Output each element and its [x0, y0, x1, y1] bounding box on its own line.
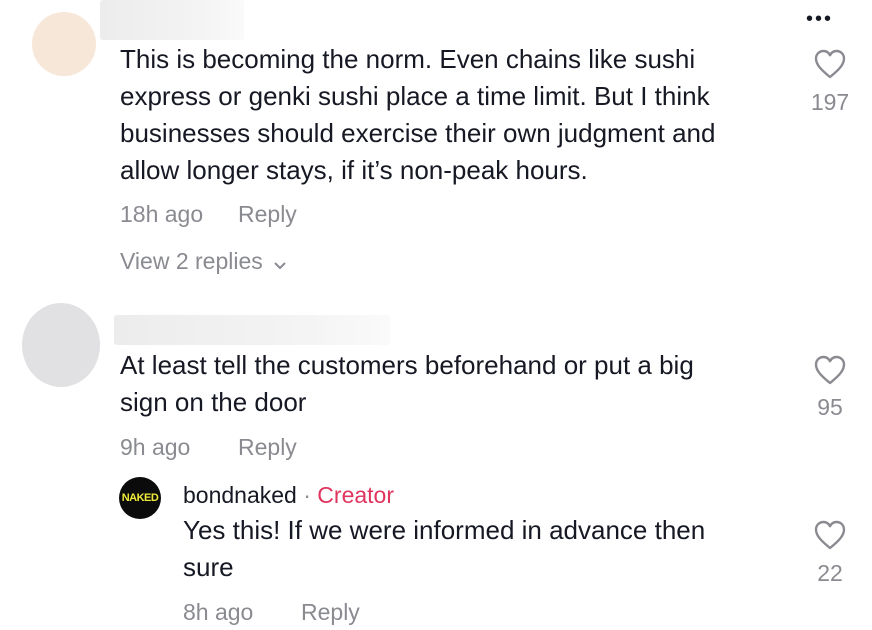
- view-replies-label: View 2 replies: [120, 248, 263, 274]
- comment-text: This is becoming the norm. Even chains l…: [120, 41, 800, 189]
- logo-text: NAKED: [121, 492, 159, 504]
- author-name[interactable]: bondnaked: [183, 482, 297, 508]
- like-count: 95: [817, 394, 843, 420]
- creator-avatar-logo[interactable]: NAKED: [119, 477, 161, 519]
- separator-dot: ·: [303, 482, 311, 508]
- like-count: 22: [817, 560, 843, 586]
- like-count: 197: [810, 89, 850, 115]
- comment-line: allow longer stays, if it’s non-peak hou…: [120, 155, 588, 185]
- comment-line: businesses should exercise their own jud…: [120, 118, 716, 148]
- comment-line: sign on the door: [120, 387, 307, 417]
- reply-line: Yes this! If we were informed in advance…: [183, 515, 706, 545]
- more-options-icon[interactable]: •••: [806, 8, 833, 31]
- avatar[interactable]: [32, 12, 96, 76]
- reply-button[interactable]: Reply: [301, 599, 360, 626]
- comment-text: At least tell the customers beforehand o…: [120, 347, 800, 421]
- like-heart-icon[interactable]: [814, 49, 846, 79]
- reply-line: sure: [183, 552, 234, 582]
- comment-line: This is becoming the norm. Even chains l…: [120, 44, 696, 74]
- like-heart-icon[interactable]: [814, 355, 846, 385]
- like-heart-icon[interactable]: [814, 520, 846, 550]
- username-redacted[interactable]: [100, 0, 244, 40]
- reply-header: bondnaked · Creator: [183, 482, 394, 509]
- view-replies-button[interactable]: View 2 replies: [120, 246, 287, 277]
- comment-timestamp: 18h ago: [120, 201, 204, 227]
- comment-line: At least tell the customers beforehand o…: [120, 350, 694, 380]
- reply-button[interactable]: Reply: [238, 201, 297, 228]
- username-redacted[interactable]: [114, 315, 390, 345]
- reply-text: Yes this! If we were informed in advance…: [183, 512, 783, 586]
- avatar[interactable]: [22, 303, 100, 387]
- creator-badge: Creator: [317, 482, 394, 508]
- comment-timestamp: 9h ago: [120, 434, 191, 460]
- comment-line: express or genki sushi place a time limi…: [120, 81, 710, 111]
- chevron-down-icon: [273, 250, 287, 277]
- reply-timestamp: 8h ago: [183, 599, 254, 625]
- reply-button[interactable]: Reply: [238, 434, 297, 461]
